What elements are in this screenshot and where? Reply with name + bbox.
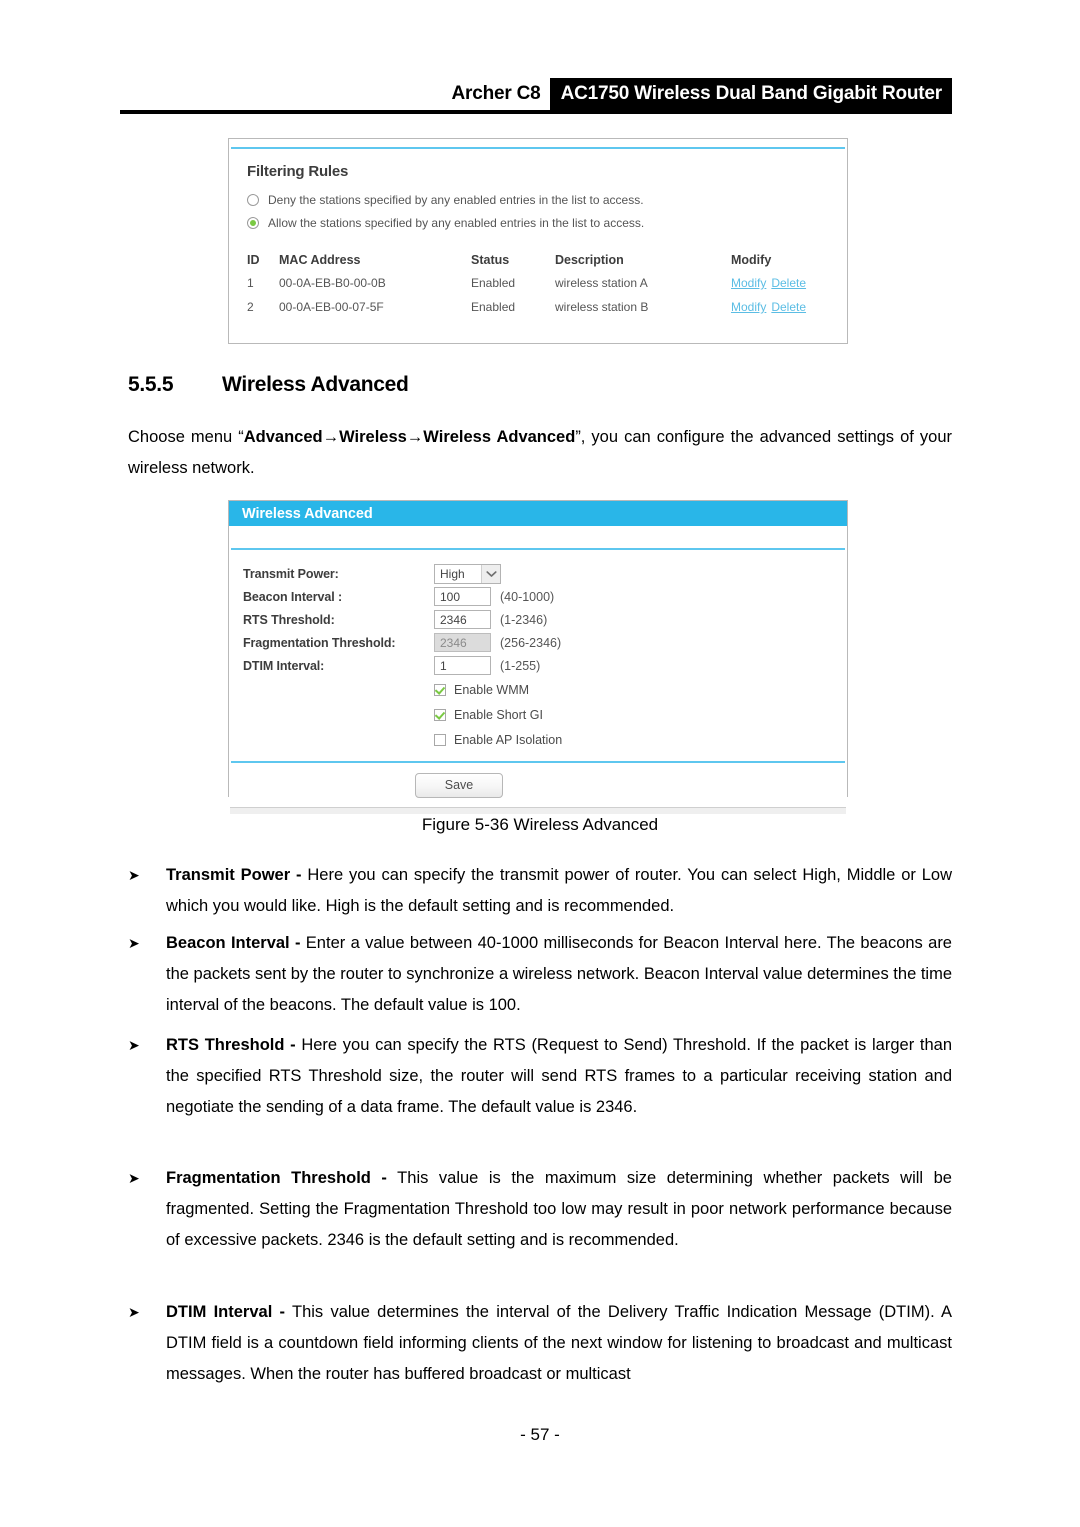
bullet-term-rts-threshold: RTS Threshold - xyxy=(166,1036,296,1054)
hint-dtim-interval: (1-255) xyxy=(500,658,541,673)
table-row: 2 00-0A-EB-00-07-5F Enabled wireless sta… xyxy=(247,300,829,324)
panel-spacer xyxy=(229,526,847,548)
transmit-power-value: High xyxy=(440,566,465,581)
field-row-beacon-interval: Beacon Interval : 100 (40-1000) xyxy=(243,585,847,608)
checkbox-row-enable-wmm[interactable]: Enable WMM xyxy=(243,677,847,702)
bullet-term-beacon-interval: Beacon Interval - xyxy=(166,934,301,952)
label-fragmentation-threshold: Fragmentation Threshold: xyxy=(243,635,396,650)
label-transmit-power: Transmit Power: xyxy=(243,566,339,581)
bullet-marker-icon: ➤ xyxy=(128,867,140,883)
chevron-down-icon[interactable] xyxy=(481,564,500,583)
hint-rts-threshold: (1-2346) xyxy=(500,612,548,627)
cell-id: 2 xyxy=(247,300,254,314)
page-number: - 57 - xyxy=(520,1425,560,1444)
delete-link[interactable]: Delete xyxy=(771,300,806,314)
bullet-term-dtim-interval: DTIM Interval - xyxy=(166,1303,286,1321)
checkbox-row-enable-short-gi[interactable]: Enable Short GI xyxy=(243,702,847,727)
column-header-id: ID xyxy=(247,253,260,267)
cell-status: Enabled xyxy=(471,300,516,314)
panel-action-bar: Save xyxy=(229,763,847,807)
dtim-interval-input[interactable]: 1 xyxy=(434,656,491,675)
bullet-marker-icon: ➤ xyxy=(128,1304,140,1320)
label-enable-wmm: Enable WMM xyxy=(454,682,530,697)
save-button[interactable]: Save xyxy=(415,772,503,798)
hint-fragmentation-threshold: (256-2346) xyxy=(500,635,562,650)
field-row-fragmentation-threshold: Fragmentation Threshold: 2346 (256-2346) xyxy=(243,631,847,654)
bullet-marker-icon: ➤ xyxy=(128,1170,140,1186)
label-dtim-interval: DTIM Interval: xyxy=(243,658,325,673)
checkbox-row-enable-ap-isolation[interactable]: Enable AP Isolation xyxy=(243,727,847,752)
header-model-name: Archer C8 xyxy=(451,83,541,104)
header-product-banner: AC1750 Wireless Dual Band Gigabit Router xyxy=(549,78,952,110)
column-header-mac-address: MAC Address xyxy=(279,253,361,267)
field-row-rts-threshold: RTS Threshold: 2346 (1-2346) xyxy=(243,608,847,631)
bullet-item-fragmentation-threshold: ➤ Fragmentation Threshold - This value i… xyxy=(128,1163,952,1256)
bullet-item-transmit-power: ➤ Transmit Power - Here you can specify … xyxy=(128,860,952,922)
beacon-interval-input[interactable]: 100 xyxy=(434,587,491,606)
panel-bottom-strip xyxy=(230,807,846,814)
label-beacon-interval: Beacon Interval : xyxy=(243,589,343,604)
filter-rule-option-deny[interactable]: Deny the stations specified by any enabl… xyxy=(247,193,829,207)
header-divider-rule xyxy=(120,110,952,114)
hint-beacon-interval: (40-1000) xyxy=(500,589,555,604)
intro-menu-path: Advanced→Wireless→Wireless Advanced xyxy=(243,428,576,446)
cell-id: 1 xyxy=(247,276,254,290)
section-number: 5.5.5 xyxy=(128,373,174,396)
radio-allow-icon[interactable] xyxy=(247,217,259,229)
bullet-marker-icon: ➤ xyxy=(128,1037,140,1053)
transmit-power-select[interactable]: High xyxy=(434,563,501,584)
wireless-advanced-titlebar: Wireless Advanced xyxy=(229,501,847,526)
label-rts-threshold: RTS Threshold: xyxy=(243,612,335,627)
bullet-item-beacon-interval: ➤ Beacon Interval - Enter a value betwee… xyxy=(128,928,952,1021)
wireless-advanced-form: Transmit Power: High Beacon Interval : 1… xyxy=(229,550,847,752)
column-header-modify: Modify xyxy=(731,253,772,267)
delete-link[interactable]: Delete xyxy=(771,276,806,290)
table-row: 1 00-0A-EB-B0-00-0B Enabled wireless sta… xyxy=(247,276,829,300)
label-enable-ap-isolation: Enable AP Isolation xyxy=(454,732,563,747)
bullet-term-fragmentation-threshold: Fragmentation Threshold - xyxy=(166,1169,387,1187)
cell-description: wireless station B xyxy=(555,300,649,314)
bullet-item-rts-threshold: ➤ RTS Threshold - Here you can specify t… xyxy=(128,1030,952,1123)
filtering-rules-panel: Filtering Rules Deny the stations specif… xyxy=(228,138,848,344)
label-enable-short-gi: Enable Short GI xyxy=(454,707,543,722)
section-heading: 5.5.5 Wireless Advanced xyxy=(128,373,409,397)
cell-modify: Modify Delete xyxy=(731,276,829,300)
rts-threshold-input[interactable]: 2346 xyxy=(434,610,491,629)
bullet-marker-icon: ➤ xyxy=(128,935,140,951)
section-intro-paragraph: Choose menu “Advanced→Wireless→Wireless … xyxy=(128,422,952,484)
mac-filtering-table: ID MAC Address Status Description Modify… xyxy=(247,253,829,324)
radio-deny-icon[interactable] xyxy=(247,194,259,206)
modify-link[interactable]: Modify xyxy=(731,300,766,314)
bullet-item-dtim-interval: ➤ DTIM Interval - This value determines … xyxy=(128,1297,952,1390)
field-row-dtim-interval: DTIM Interval: 1 (1-255) xyxy=(243,654,847,677)
page-running-header: Archer C8 AC1750 Wireless Dual Band Giga… xyxy=(120,78,952,110)
bullet-term-transmit-power: Transmit Power - xyxy=(166,866,302,884)
fragmentation-threshold-input[interactable]: 2346 xyxy=(434,633,491,652)
section-title: Wireless Advanced xyxy=(222,373,409,396)
cell-status: Enabled xyxy=(471,276,516,290)
filtering-rules-title: Filtering Rules xyxy=(247,163,349,180)
field-row-transmit-power: Transmit Power: High xyxy=(243,562,847,585)
filter-rule-deny-label: Deny the stations specified by any enabl… xyxy=(268,193,644,207)
wireless-advanced-panel: Wireless Advanced Transmit Power: High B… xyxy=(228,500,848,814)
checkbox-enable-ap-isolation-icon[interactable] xyxy=(434,733,446,746)
cell-modify: Modify Delete xyxy=(731,300,829,324)
cell-mac-address: 00-0A-EB-B0-00-0B xyxy=(279,276,386,290)
intro-prefix: Choose menu “ xyxy=(128,428,244,446)
modify-link[interactable]: Modify xyxy=(731,276,766,290)
filter-rule-allow-label: Allow the stations specified by any enab… xyxy=(268,216,645,230)
checkbox-enable-short-gi-icon[interactable] xyxy=(434,708,446,721)
checkbox-enable-wmm-icon[interactable] xyxy=(434,683,446,696)
filter-rule-option-allow[interactable]: Allow the stations specified by any enab… xyxy=(247,216,829,230)
cell-description: wireless station A xyxy=(555,276,648,290)
figure-caption: Figure 5-36 Wireless Advanced xyxy=(421,815,659,834)
table-header-row: ID MAC Address Status Description Modify xyxy=(247,253,829,276)
cell-mac-address: 00-0A-EB-00-07-5F xyxy=(279,300,384,314)
column-header-description: Description xyxy=(555,253,624,267)
column-header-status: Status xyxy=(471,253,510,267)
